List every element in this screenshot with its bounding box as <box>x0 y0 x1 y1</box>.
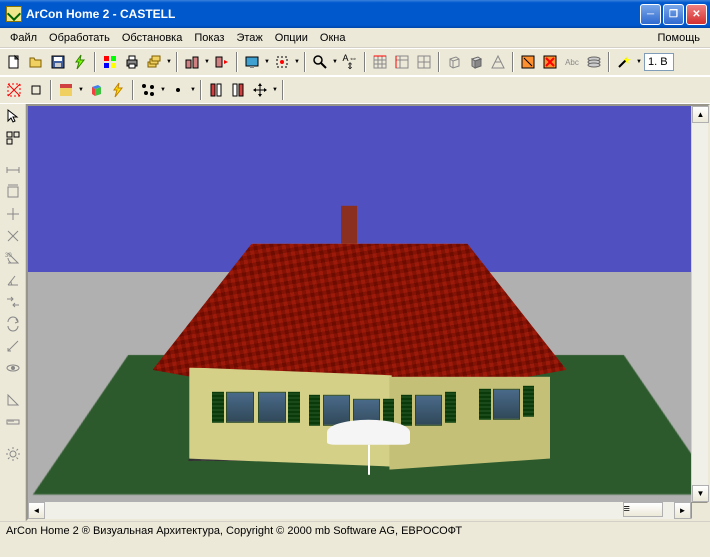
scroll-right-button[interactable]: ► <box>674 502 691 519</box>
menu-help[interactable]: Помощь <box>652 30 707 46</box>
save-button[interactable] <box>48 52 68 72</box>
building-multi-button[interactable] <box>182 52 202 72</box>
eye-button[interactable] <box>3 358 23 378</box>
3d-viewport[interactable] <box>28 106 691 502</box>
scroll-up-button[interactable]: ▲ <box>692 106 709 123</box>
lightning-button[interactable] <box>70 52 90 72</box>
maximize-button[interactable]: ❐ <box>663 4 684 25</box>
select-rect-button[interactable] <box>4 80 24 100</box>
house-model <box>130 197 590 502</box>
dimension-h-button[interactable] <box>3 160 23 180</box>
print-button[interactable] <box>122 52 142 72</box>
text-abc-button[interactable]: Abc <box>562 52 582 72</box>
dropdown-arrow-icon[interactable]: ▼ <box>166 59 172 65</box>
door-b-button[interactable] <box>228 80 248 100</box>
app-icon <box>6 6 22 22</box>
xcross-button[interactable] <box>3 226 23 246</box>
grid-side-button[interactable] <box>392 52 412 72</box>
close-button[interactable]: ✕ <box>686 4 707 25</box>
lightning-yellow-button[interactable] <box>108 80 128 100</box>
left-toolbar: 30 <box>0 104 26 521</box>
menubar: Файл Обработать Обстановка Показ Этаж Оп… <box>0 28 710 48</box>
small-box-button[interactable] <box>26 80 46 100</box>
vertical-scrollbar[interactable]: ▲ ▼ <box>691 106 708 502</box>
dimension-box-button[interactable] <box>3 182 23 202</box>
menu-floor[interactable]: Этаж <box>230 30 268 46</box>
floor-input[interactable] <box>644 53 674 71</box>
dropdown-arrow-icon[interactable]: ▼ <box>204 59 210 65</box>
point-button[interactable] <box>168 80 188 100</box>
text-settings-button[interactable]: A⇔⇕ <box>340 52 360 72</box>
sun-button[interactable] <box>3 444 23 464</box>
angle-button[interactable]: 30 <box>3 248 23 268</box>
window-title: ArCon Home 2 - CASTELL <box>26 7 640 21</box>
door-a-button[interactable] <box>206 80 226 100</box>
wire-cube-button[interactable] <box>444 52 464 72</box>
viewport-wrap: ▲ ▼ ◄ ≡ ► <box>26 104 710 521</box>
zoom-button[interactable] <box>310 52 330 72</box>
stack-button[interactable] <box>144 52 164 72</box>
angle2-button[interactable] <box>3 270 23 290</box>
rotate-arrows-button[interactable] <box>3 314 23 334</box>
triangle-button[interactable] <box>3 390 23 410</box>
ruler-button[interactable] <box>3 412 23 432</box>
statusbar: ArCon Home 2 ® Визуальная Архитектура, C… <box>0 521 710 539</box>
menu-windows[interactable]: Окна <box>314 30 352 46</box>
minimize-button[interactable]: ─ <box>640 4 661 25</box>
magic-button[interactable] <box>614 52 634 72</box>
menu-view[interactable]: Показ <box>188 30 230 46</box>
tilt-button[interactable] <box>3 336 23 356</box>
dropdown-arrow-icon[interactable]: ▼ <box>294 59 300 65</box>
dropdown-arrow-icon[interactable]: ▼ <box>332 59 338 65</box>
orange-cross-button[interactable] <box>540 52 560 72</box>
new-button[interactable] <box>4 52 24 72</box>
horizontal-scrollbar[interactable]: ◄ ≡ ► <box>28 502 708 519</box>
main-toolbar: ▼ ▼ ▼ ▼ ▼ A⇔⇕ Abc ▼ <box>0 48 710 76</box>
layers-button[interactable] <box>584 52 604 72</box>
scroll-corner <box>691 502 708 519</box>
orange-flag-button[interactable] <box>518 52 538 72</box>
svg-text:30: 30 <box>5 253 12 259</box>
pointer-button[interactable] <box>3 106 23 126</box>
menu-options[interactable]: Опции <box>269 30 314 46</box>
open-button[interactable] <box>26 52 46 72</box>
screen-button[interactable] <box>242 52 262 72</box>
grid-plain-button[interactable] <box>414 52 434 72</box>
scroll-down-button[interactable]: ▼ <box>692 485 709 502</box>
dots-button[interactable] <box>138 80 158 100</box>
menu-file[interactable]: Файл <box>4 30 43 46</box>
arrows-button[interactable] <box>3 292 23 312</box>
scroll-left-button[interactable]: ◄ <box>28 502 45 519</box>
dropdown-arrow-icon[interactable]: ▼ <box>190 87 196 93</box>
titlebar: ArCon Home 2 - CASTELL ─ ❐ ✕ <box>0 0 710 28</box>
dropdown-arrow-icon[interactable]: ▼ <box>264 59 270 65</box>
color-wall-button[interactable] <box>56 80 76 100</box>
content-area: 30 <box>0 104 710 521</box>
dropdown-arrow-icon[interactable]: ▼ <box>160 87 166 93</box>
move-button[interactable] <box>250 80 270 100</box>
layout-button[interactable] <box>3 128 23 148</box>
secondary-toolbar: ▼ ▼ ▼ ▼ <box>0 76 710 104</box>
dropdown-arrow-icon[interactable]: ▼ <box>272 87 278 93</box>
color-cube-button[interactable] <box>86 80 106 100</box>
dropdown-arrow-icon[interactable]: ▼ <box>636 59 642 65</box>
grid-top-button[interactable] <box>370 52 390 72</box>
dropdown-arrow-icon[interactable]: ▼ <box>78 87 84 93</box>
status-text: ArCon Home 2 ® Визуальная Архитектура, C… <box>6 525 462 537</box>
building-arrow-button[interactable] <box>212 52 232 72</box>
window-controls: ─ ❐ ✕ <box>640 4 707 25</box>
palette-button[interactable] <box>100 52 120 72</box>
cross-button[interactable] <box>3 204 23 224</box>
scroll-thumb[interactable]: ≡ <box>623 502 663 517</box>
shaded-cube-button[interactable] <box>466 52 486 72</box>
menu-edit[interactable]: Обработать <box>43 30 116 46</box>
grab-button[interactable] <box>272 52 292 72</box>
perspective-button[interactable] <box>488 52 508 72</box>
menu-setup[interactable]: Обстановка <box>116 30 188 46</box>
